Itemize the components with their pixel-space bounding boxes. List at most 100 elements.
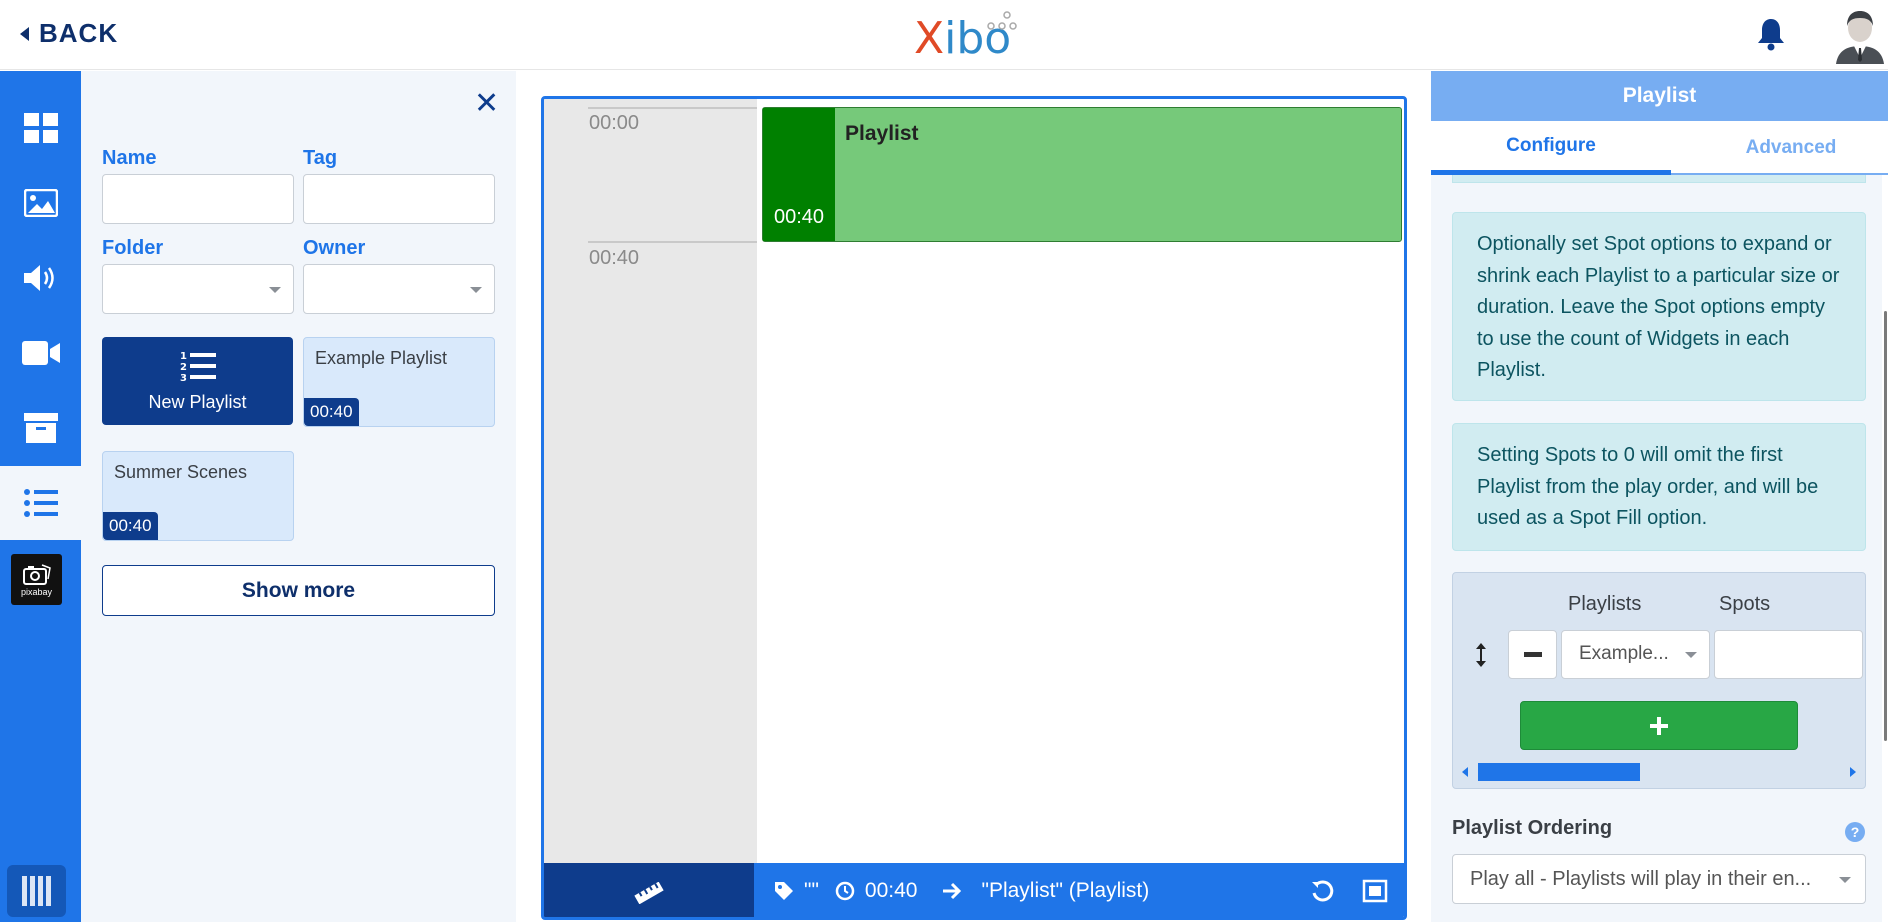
timeline-playlist-block[interactable]: Playlist 00:40 (762, 107, 1402, 242)
playlist-ordering-select[interactable]: Play all - Playlists will play in their … (1452, 854, 1866, 904)
playlist-card[interactable]: Summer Scenes 00:40 (102, 451, 294, 541)
video-camera-icon (21, 341, 60, 365)
playlist-card-duration: 00:40 (304, 398, 359, 426)
name-input[interactable] (102, 174, 294, 224)
block-duration: 00:40 (774, 206, 825, 228)
sidebar-item-library[interactable] (0, 391, 81, 465)
tag-icon (775, 882, 793, 900)
timeline-panel: 00:00 00:40 Playlist 00:40 "" 00:40 "Pla… (541, 96, 1407, 920)
columns-icon (21, 876, 51, 906)
camera-icon (22, 563, 51, 585)
svg-text:1: 1 (180, 351, 187, 362)
arrow-right-icon (943, 882, 962, 900)
playlist-card[interactable]: Example Playlist 00:40 (303, 337, 495, 427)
plus-icon (1650, 716, 1668, 735)
ruler-icon (634, 882, 664, 904)
timeline-info-bar: "" 00:40 "Playlist" (Playlist) (544, 863, 1404, 917)
new-playlist-label: New Playlist (148, 391, 247, 412)
show-more-button[interactable]: Show more (102, 565, 495, 616)
target-text: "Playlist" (Playlist) (981, 879, 1150, 902)
svg-text:3: 3 (180, 373, 187, 382)
chevron-down-icon (269, 287, 281, 293)
sidebar-item-images[interactable] (0, 166, 81, 240)
bell-icon[interactable] (1756, 17, 1786, 51)
horizontal-scrollbar-thumb[interactable] (1478, 763, 1640, 781)
playlist-card-duration: 00:40 (103, 512, 158, 540)
sidebar-item-pixabay[interactable]: pixabay (11, 554, 62, 605)
tag-input[interactable] (303, 174, 495, 224)
ruler-tick-label: 00:40 (589, 247, 640, 269)
add-playlist-button[interactable] (1520, 701, 1798, 750)
help-icon[interactable]: ? (1845, 822, 1865, 842)
sidebar-item-audio[interactable] (0, 241, 81, 315)
duration-text: 00:40 (864, 879, 918, 902)
toggle-panel-button[interactable] (7, 865, 66, 917)
playlist-card-title: Example Playlist (315, 348, 448, 368)
sidebar-item-widgets[interactable] (0, 91, 81, 165)
svg-text:2: 2 (180, 362, 187, 373)
ruler-tick (588, 107, 757, 109)
playlist-ordering-value: Play all - Playlists will play in their … (1470, 868, 1812, 890)
spots-column-header: Spots (1719, 593, 1771, 615)
owner-select[interactable] (303, 264, 495, 314)
speaker-icon (23, 265, 54, 291)
tag-text: "" (804, 879, 819, 902)
sidebar-item-video[interactable] (0, 316, 81, 390)
remove-playlist-button[interactable] (1508, 630, 1557, 679)
horizontal-scrollbar[interactable] (1458, 761, 1860, 781)
scroll-left-icon[interactable] (1462, 767, 1468, 777)
playlist-ordering-label: Playlist Ordering (1452, 817, 1613, 839)
chevron-down-icon (1685, 652, 1697, 658)
spot-options-alert: Optionally set Spot options to expand or… (1452, 212, 1866, 401)
folder-label: Folder (102, 237, 164, 259)
properties-panel: Playlist Configure Advanced Optionally s… (1431, 71, 1888, 922)
alert-strip (1452, 175, 1866, 183)
library-panel: ✕ Name Tag Folder Owner 1 2 3 New Playli… (81, 71, 516, 922)
playlist-card-title: Summer Scenes (114, 462, 248, 482)
ruler-tick (588, 241, 757, 243)
new-playlist-button[interactable]: 1 2 3 New Playlist (102, 337, 293, 425)
minus-icon (1523, 651, 1542, 657)
selected-item-info: "" 00:40 "Playlist" (Playlist) (774, 879, 1149, 903)
top-bar: BACK Xibo (0, 0, 1888, 70)
xibo-logo: Xibo (914, 8, 1017, 64)
grid-icon (23, 113, 58, 143)
owner-label: Owner (303, 237, 366, 259)
close-icon[interactable]: ✕ (474, 89, 499, 119)
playlist-select-value: Example... (1579, 643, 1669, 664)
tab-advanced[interactable]: Advanced (1671, 121, 1888, 175)
spots-config-box: Playlists Spots Example... (1452, 572, 1866, 789)
spots-input[interactable] (1714, 630, 1863, 679)
name-label: Name (102, 147, 157, 169)
caret-left-icon (20, 26, 29, 41)
ruler-toggle-button[interactable] (544, 863, 754, 917)
left-icon-bar: pixabay (0, 71, 81, 922)
tag-label: Tag (303, 147, 338, 169)
clock-icon (835, 881, 855, 901)
folder-select[interactable] (102, 264, 294, 314)
block-title: Playlist (845, 122, 919, 145)
playlists-column-header: Playlists (1568, 593, 1642, 615)
back-button[interactable]: BACK (20, 18, 118, 49)
sidebar-item-playlists[interactable] (0, 466, 81, 540)
ordered-list-icon: 1 2 3 (180, 351, 216, 382)
chevron-down-icon (1839, 877, 1851, 883)
back-label: BACK (39, 18, 119, 48)
list-icon (23, 489, 58, 517)
panel-scrollbar-thumb[interactable] (1884, 311, 1887, 741)
user-avatar[interactable] (1832, 6, 1888, 64)
logo-dots-icon (987, 11, 1017, 30)
scroll-right-icon[interactable] (1850, 767, 1856, 777)
undo-icon[interactable] (1310, 879, 1334, 903)
drag-handle-icon[interactable] (1476, 643, 1486, 667)
playlist-select[interactable]: Example... (1561, 630, 1710, 679)
spots-zero-alert: Setting Spots to 0 will omit the first P… (1452, 423, 1866, 551)
pixabay-label: pixabay (20, 586, 53, 597)
image-icon (23, 189, 58, 217)
properties-tabs: Configure Advanced (1431, 121, 1888, 175)
time-ruler: 00:00 00:40 (544, 99, 757, 863)
tab-configure[interactable]: Configure (1431, 121, 1671, 175)
fullscreen-icon[interactable] (1362, 879, 1388, 903)
ruler-tick-label: 00:00 (589, 112, 640, 134)
properties-title: Playlist (1431, 71, 1888, 121)
